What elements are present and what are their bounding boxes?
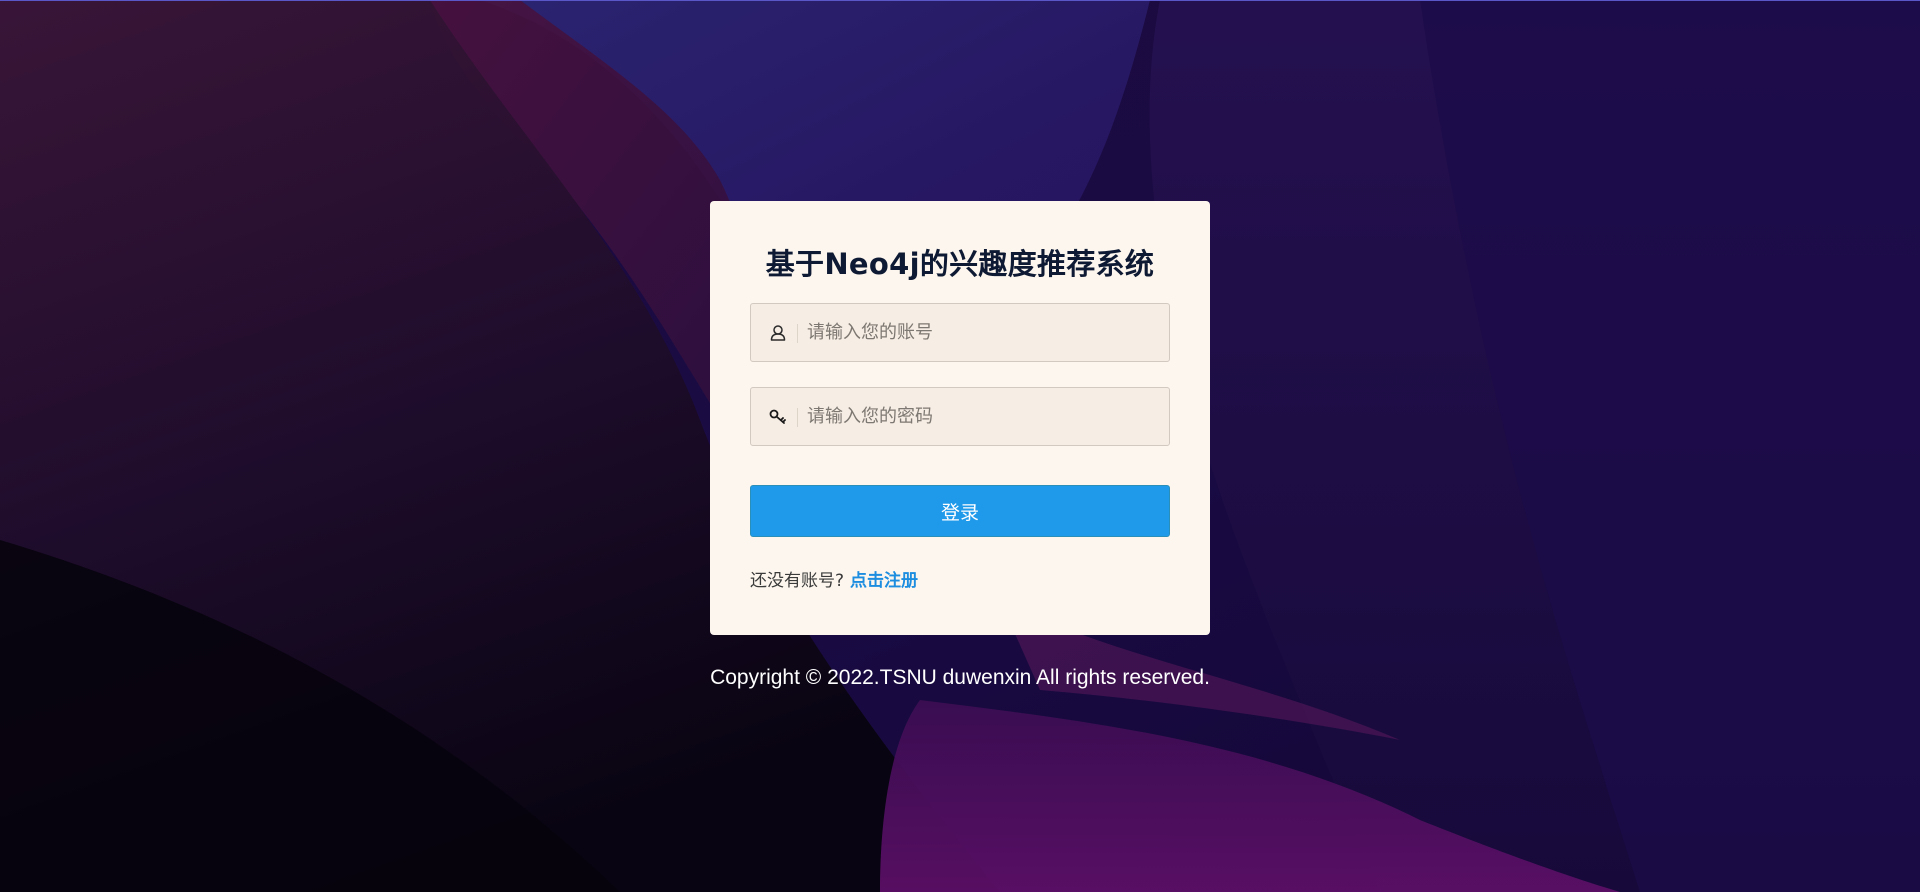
register-row: 还没有账号? 点击注册 (750, 566, 918, 591)
login-card: 基于Neo4j的兴趣度推荐系统 登录 还没有账号?点击注册 (710, 201, 1210, 635)
password-field[interactable] (750, 387, 1170, 446)
key-icon (768, 407, 788, 427)
username-field[interactable] (750, 303, 1170, 362)
field-divider (797, 324, 798, 343)
username-input[interactable] (807, 304, 1157, 361)
register-prompt: 还没有账号? (750, 571, 845, 591)
field-divider (797, 408, 798, 427)
top-border-line (0, 0, 1920, 1)
password-input[interactable] (807, 388, 1157, 445)
login-button[interactable]: 登录 (750, 485, 1170, 537)
copyright-footer: Copyright © 2022.TSNU duwenxin All right… (710, 666, 1210, 689)
user-icon (768, 323, 788, 343)
page-title: 基于Neo4j的兴趣度推荐系统 (765, 247, 1155, 281)
register-link[interactable]: 点击注册 (850, 571, 918, 591)
